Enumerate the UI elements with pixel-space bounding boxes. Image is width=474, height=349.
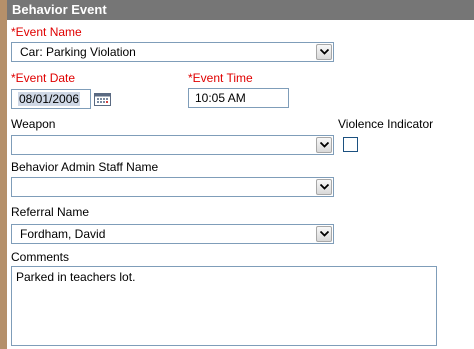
admin-staff-label: Behavior Admin Staff Name — [11, 160, 159, 174]
referral-name-label: Referral Name — [11, 205, 90, 219]
comments-label: Comments — [11, 250, 70, 264]
referral-name-select[interactable]: Fordham, David — [11, 224, 334, 244]
event-date-input[interactable]: 08/01/2006 — [11, 89, 91, 109]
comments-textarea[interactable]: Parked in teachers lot. — [11, 266, 437, 346]
event-name-value: Car: Parking Violation — [20, 45, 136, 59]
event-date-value: 08/01/2006 — [18, 92, 81, 106]
chevron-down-icon[interactable] — [316, 44, 332, 60]
event-name-select[interactable]: Car: Parking Violation — [11, 42, 334, 62]
event-date-label: *Event Date — [11, 71, 76, 85]
chevron-down-icon[interactable] — [316, 179, 332, 195]
calendar-icon[interactable] — [94, 91, 112, 107]
referral-name-value: Fordham, David — [20, 227, 106, 241]
left-accent-border — [0, 0, 7, 349]
chevron-down-icon[interactable] — [316, 226, 332, 242]
violence-indicator-checkbox[interactable] — [343, 137, 358, 152]
event-time-input[interactable]: 10:05 AM — [188, 88, 289, 108]
section-header: Behavior Event — [7, 0, 474, 20]
event-name-label: *Event Name — [11, 25, 82, 39]
violence-indicator-label: Violence Indicator — [338, 117, 434, 131]
event-time-label: *Event Time — [188, 71, 253, 85]
weapon-select[interactable] — [11, 135, 334, 155]
weapon-label: Weapon — [11, 117, 56, 131]
chevron-down-icon[interactable] — [316, 137, 332, 153]
admin-staff-select[interactable] — [11, 177, 334, 197]
